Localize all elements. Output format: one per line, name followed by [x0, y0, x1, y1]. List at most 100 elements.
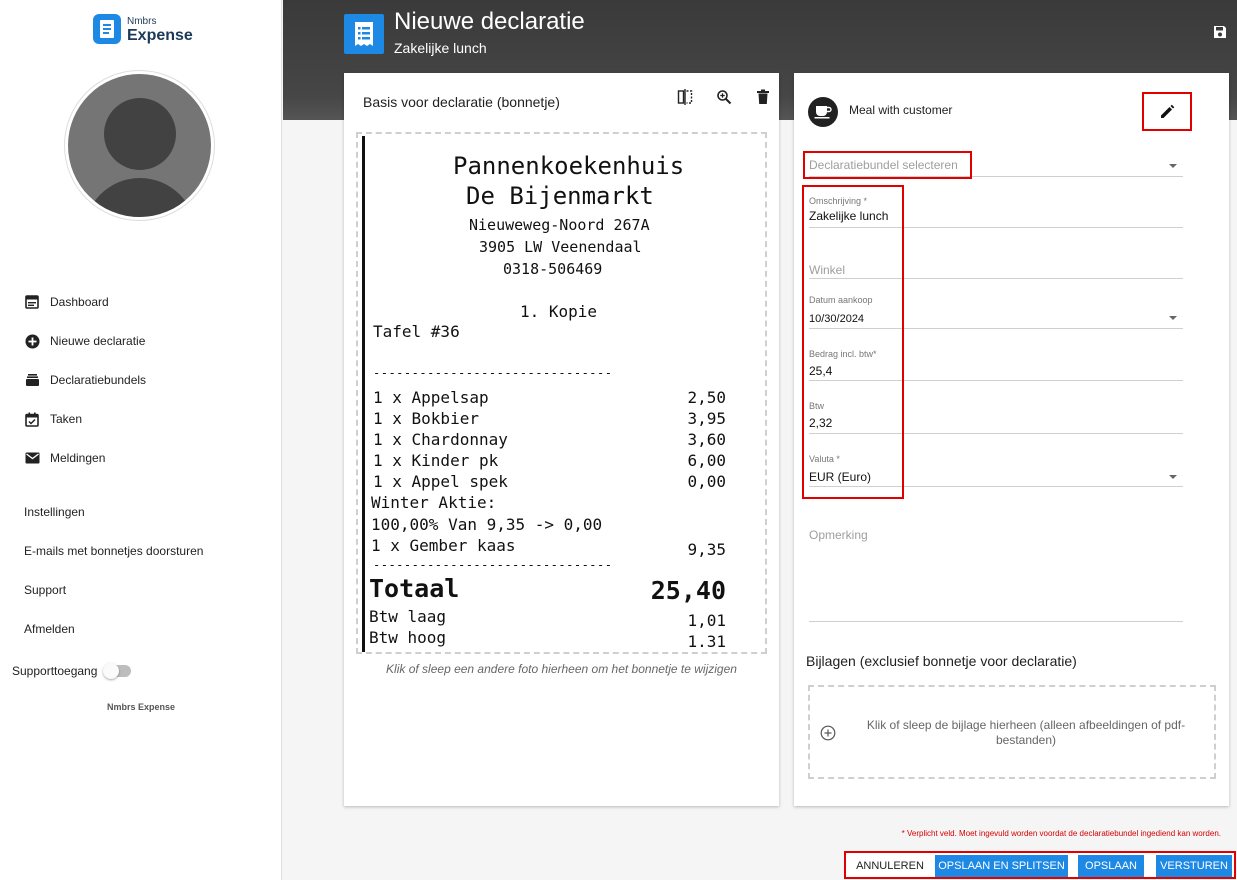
coffee-cup-icon: [808, 97, 838, 127]
sidebar-item-label: Declaratiebundels: [50, 373, 147, 387]
app-logo[interactable]: Nmbrs Expense: [93, 14, 193, 44]
sidebar-footer-brand: Nmbrs Expense: [106, 702, 176, 712]
sidebar-item-new-declaration[interactable]: Nieuwe declaratie: [24, 333, 145, 349]
receipt-panel: Basis voor declaratie (bonnetje) Pannenk…: [344, 73, 779, 806]
attachments-title: Bijlagen (exclusief bonnetje voor declar…: [806, 653, 1077, 669]
send-button[interactable]: VERSTUREN: [1156, 855, 1232, 877]
add-circle-icon: [24, 333, 40, 349]
receipt-phone: 0318-506469: [503, 260, 603, 278]
receipt-item-name: 1 x Bokbier: [373, 409, 479, 428]
attachments-hint: Klik of sleep de bijlage hierheen (allee…: [866, 718, 1186, 747]
purchase-date-value: 10/30/2024: [809, 313, 865, 325]
required-field-note: * Verplicht veld. Moet ingevuld worden v…: [901, 829, 1221, 838]
receipt-item-price: 0,00: [687, 472, 726, 491]
sidebar-item-label: Taken: [50, 412, 83, 426]
description-value: Zakelijke lunch: [809, 209, 889, 223]
description-label: Omschrijving *: [809, 196, 868, 206]
shop-placeholder: Winkel: [809, 263, 846, 277]
receipt-item-name: 1 x Appelsap: [373, 388, 489, 407]
split-view-icon[interactable]: [676, 88, 694, 106]
receipt-shop-name-2: De Bijenmarkt: [466, 182, 654, 210]
vat-field[interactable]: Btw 2,32: [809, 400, 1183, 434]
support-access-toggle[interactable]: [103, 663, 132, 679]
avatar[interactable]: [64, 70, 215, 221]
attachments-dropzone[interactable]: Klik of sleep de bijlage hierheen (allee…: [808, 685, 1216, 779]
receipt-item-name: 1 x Chardonnay: [373, 430, 508, 449]
receipt-item-name: 1 x Appel spek: [373, 472, 508, 491]
sidebar-item-tasks[interactable]: Taken: [24, 411, 82, 427]
sidebar-link-support[interactable]: Support: [24, 583, 66, 597]
support-access-row: Supporttoegang: [12, 663, 132, 679]
receipt-item-name: 1 x Kinder pk: [373, 451, 499, 470]
receipt-item-price: 3,60: [687, 430, 726, 449]
save-button[interactable]: OPSLAAN: [1078, 855, 1144, 877]
receipt-total-label: Totaal: [369, 574, 460, 603]
purchase-date-label: Datum aankoop: [809, 295, 873, 305]
save-icon[interactable]: [1213, 25, 1227, 44]
receipt-item-name: 1 x Gember kaas: [371, 536, 516, 555]
currency-value: EUR (Euro): [809, 470, 872, 484]
description-field[interactable]: Omschrijving * Zakelijke lunch: [809, 193, 1183, 228]
vat-value: 2,32: [809, 416, 833, 430]
receipt-item-price: 6,00: [687, 451, 726, 470]
receipt-separator: -------------------------------: [373, 558, 613, 572]
page-title: Nieuwe declaratie: [394, 8, 585, 35]
receipt-panel-title: Basis voor declaratie (bonnetje): [363, 94, 560, 110]
sidebar-item-label: Nieuwe declaratie: [50, 334, 146, 348]
sidebar-item-label: Meldingen: [50, 451, 106, 465]
receipt-dropzone[interactable]: Pannenkoekenhuis De Bijenmarkt Nieuweweg…: [356, 132, 767, 654]
bundle-select-placeholder: Declaratiebundel selecteren: [809, 158, 958, 172]
logo-line2: Expense: [127, 27, 193, 44]
receipt-icon: [344, 14, 384, 54]
sidebar-item-notifications[interactable]: Meldingen: [24, 450, 105, 466]
receipt-table: Tafel #36: [373, 322, 460, 341]
receipt-total-value: 25,40: [650, 576, 726, 605]
action-bar: ANNULEREN OPSLAAN EN SPLITSEN OPSLAAN VE…: [844, 851, 1236, 879]
page-subtitle: Zakelijke lunch: [394, 40, 487, 56]
receipt-vat-high-label: Btw hoog: [369, 628, 447, 647]
receipt-item-price: 2,50: [687, 388, 726, 407]
sidebar-item-bundles[interactable]: Declaratiebundels: [24, 372, 146, 388]
zoom-in-icon[interactable]: [715, 88, 733, 106]
receipt-image: Pannenkoekenhuis De Bijenmarkt Nieuweweg…: [362, 136, 764, 652]
receipt-shop-name: Pannenkoekenhuis: [453, 152, 685, 180]
receipt-drop-hint: Klik of sleep een andere foto hierheen o…: [386, 662, 737, 676]
remark-field[interactable]: Opmerking: [809, 526, 1183, 622]
chevron-down-icon: [1169, 475, 1177, 479]
sidebar-link-settings[interactable]: Instellingen: [24, 505, 85, 519]
dashboard-icon: [24, 294, 40, 310]
receipt-logo-icon: [93, 14, 121, 44]
receipt-copy: 1. Kopie: [520, 302, 598, 321]
support-access-label: Supporttoegang: [12, 664, 98, 678]
receipt-address-1: Nieuweweg-Noord 267A: [469, 216, 650, 234]
amount-label: Bedrag incl. btw*: [809, 349, 877, 359]
add-circle-outline-icon: [820, 725, 836, 741]
receipt-promo-title: Winter Aktie:: [371, 493, 497, 512]
save-and-split-button[interactable]: OPSLAAN EN SPLITSEN: [935, 855, 1068, 877]
mail-icon: [24, 450, 40, 466]
receipt-separator: -------------------------------: [373, 366, 613, 380]
currency-select[interactable]: Valuta * EUR (Euro): [809, 453, 1183, 487]
sidebar: Nmbrs Expense Dashboard Nieuwe declarati…: [0, 0, 282, 880]
receipt-vat-high-value: 1.31: [687, 632, 726, 651]
shop-field[interactable]: Winkel: [809, 258, 1183, 279]
amount-field[interactable]: Bedrag incl. btw* 25,4: [809, 348, 1183, 381]
sidebar-link-email-forward[interactable]: E-mails met bonnetjes doorsturen: [24, 544, 203, 558]
receipt-promo-detail: 100,00% Van 9,35 -> 0,00: [371, 515, 603, 534]
declaration-form: Meal with customer Declaratiebundel sele…: [794, 73, 1229, 806]
required-fields-highlight: [802, 185, 904, 499]
sidebar-item-label: Dashboard: [50, 295, 109, 309]
purchase-date-field[interactable]: Datum aankoop 10/30/2024: [809, 295, 1183, 329]
remark-placeholder: Opmerking: [809, 528, 868, 542]
bundle-icon: [24, 372, 40, 388]
sidebar-link-logout[interactable]: Afmelden: [24, 622, 75, 636]
avatar-placeholder-icon: [68, 74, 211, 217]
expense-category: Meal with customer: [849, 103, 953, 117]
delete-icon[interactable]: [754, 88, 772, 106]
cancel-button[interactable]: ANNULEREN: [848, 855, 932, 877]
edit-category-button[interactable]: [1142, 92, 1192, 131]
sidebar-item-dashboard[interactable]: Dashboard: [24, 294, 109, 310]
bundle-select[interactable]: Declaratiebundel selecteren: [809, 155, 1183, 177]
receipt-vat-low-value: 1,01: [687, 611, 726, 630]
currency-label: Valuta *: [809, 454, 840, 464]
